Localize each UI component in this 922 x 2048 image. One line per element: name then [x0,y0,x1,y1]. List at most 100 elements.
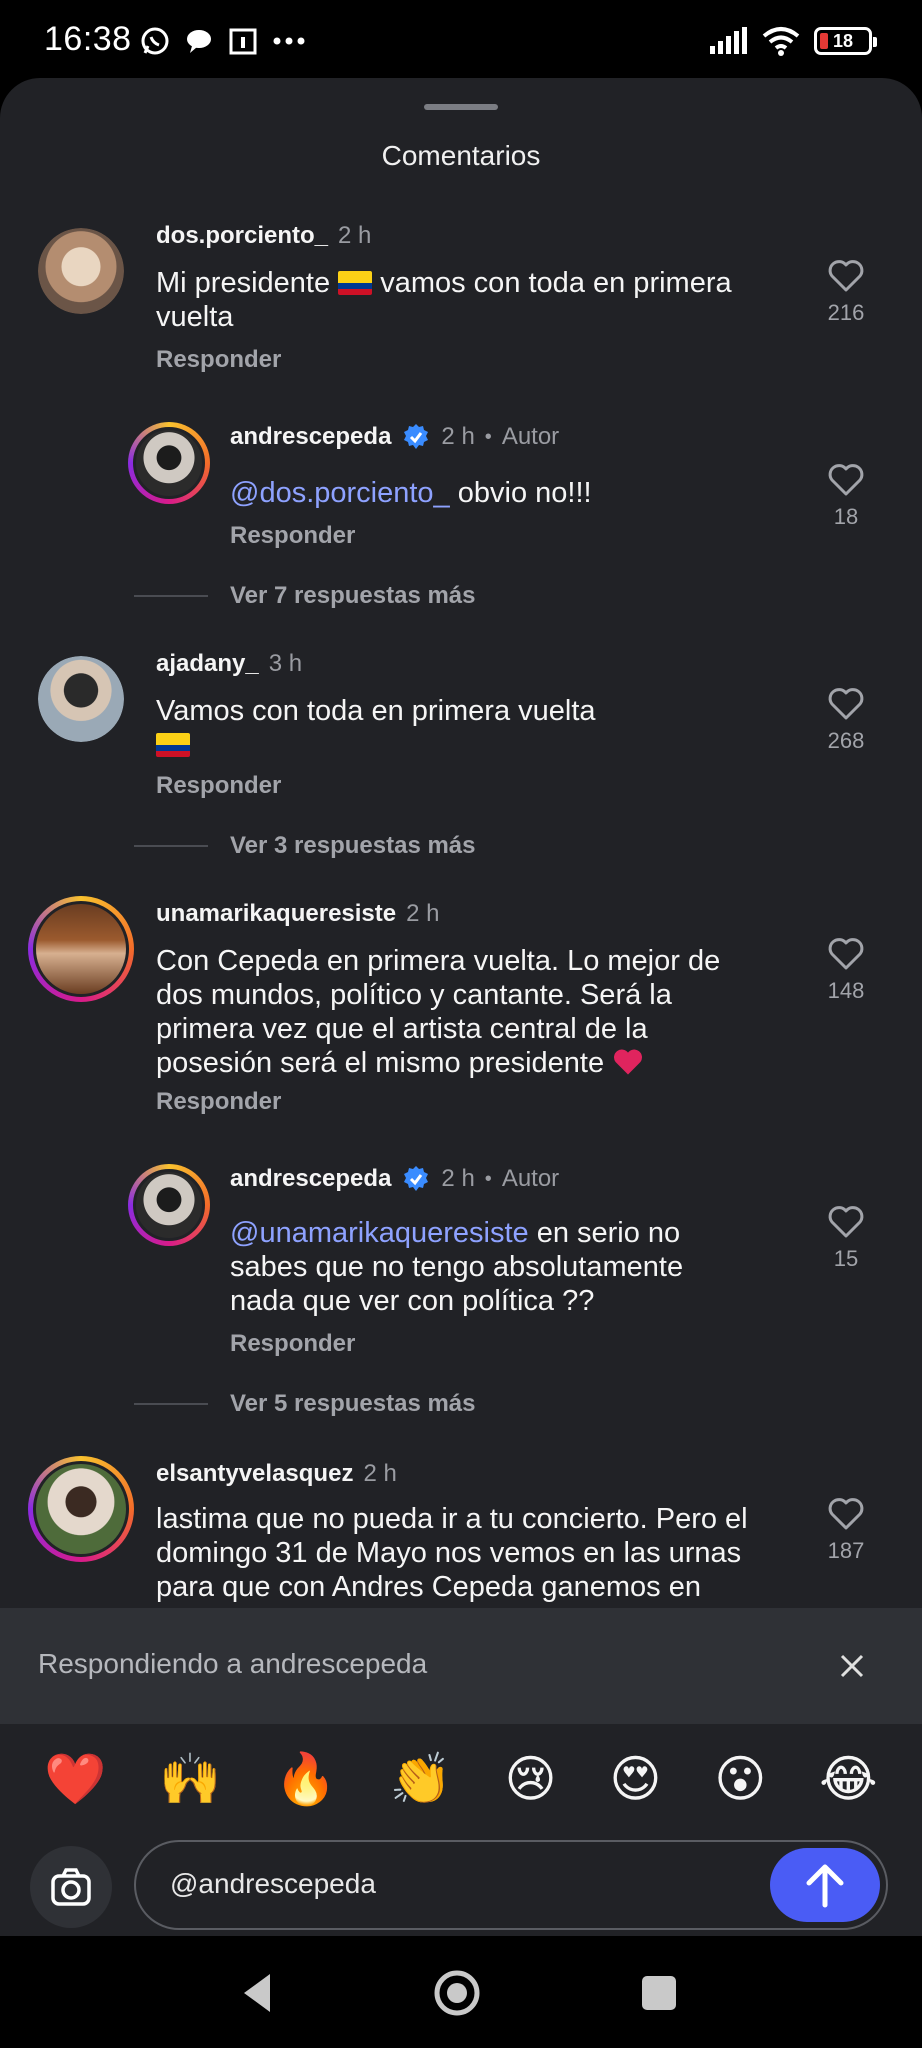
comment-username[interactable]: dos.porciento_ [156,222,328,250]
comment-input[interactable]: @andrescepeda [134,1840,888,1930]
colombia-flag-icon [338,271,373,295]
like-button[interactable]: 187 [806,1494,886,1564]
reply-button[interactable]: Responder [156,1088,281,1116]
view-more-replies-button[interactable]: Ver 5 respuestas más [134,1390,476,1418]
recents-icon[interactable] [642,1976,676,2010]
emoji-raised-hands-button[interactable]: 🙌 [159,1754,221,1804]
comment-input-value[interactable]: @andrescepeda [170,1868,376,1900]
reply-button[interactable]: Responder [156,346,281,374]
avatar[interactable] [38,228,124,314]
view-more-replies-button[interactable]: Ver 3 respuestas más [134,832,476,860]
comment-text: Con Cepeda en primera vuelta. Lo mejor d… [156,944,776,1080]
status-system-icons: 18 [708,26,877,56]
replying-to-bar: Respondiendo a andrescepeda [0,1608,922,1724]
view-more-replies-label[interactable]: Ver 7 respuestas más [230,582,476,610]
heart-icon[interactable] [826,934,866,974]
avatar[interactable] [128,1164,210,1246]
comment-meta: andrescepeda 2 h • Autor [230,1164,559,1194]
status-notification-icons [140,26,306,56]
view-more-replies-label[interactable]: Ver 5 respuestas más [230,1390,476,1418]
avatar[interactable] [28,1456,134,1562]
comment-text-line: dos mundos, político y cantante. Será la [156,979,672,1011]
like-count: 268 [827,728,865,753]
like-button[interactable]: 18 [806,460,886,530]
comment-username[interactable]: elsantyvelasquez [156,1460,353,1488]
comment-time: 2 h [338,222,372,249]
heart-icon[interactable] [826,1494,866,1534]
emoji-crying-button[interactable]: 😢 [505,1754,557,1804]
comment-text-line: domingo 31 de Mayo nos vemos en las urna… [156,1537,742,1569]
like-count: 148 [827,978,865,1003]
like-count: 18 [833,504,859,529]
emoji-laughing-button[interactable]: 😂 [819,1754,877,1804]
like-button[interactable]: 216 [806,256,886,326]
thread-line [134,1403,208,1405]
avatar[interactable] [28,896,134,1002]
emoji-clap-button[interactable]: 👏 [389,1754,451,1804]
heart-icon[interactable] [826,684,866,724]
comment-text-part: vamos con toda en primera [372,267,732,299]
comment-time: 2 h [406,900,440,927]
like-button[interactable]: 148 [806,934,886,1004]
author-label: Autor [501,1165,560,1192]
thread-line [134,595,208,597]
replying-to-label: Respondiendo a andrescepeda [38,1648,428,1679]
comment-time: 3 h [268,650,303,677]
sheet-drag-handle[interactable] [424,104,498,110]
emoji-heart-button[interactable]: ❤️ [44,1754,106,1804]
quick-emoji-bar: ❤️ 🙌 🔥 👏 😢 😍 😮 😂 [0,1724,922,1834]
emoji-surprised-button[interactable]: 😮 [714,1754,766,1804]
comment-time: 2 h [441,423,475,450]
author-label: Autor [501,423,560,450]
like-count: 216 [827,300,865,325]
reply-button[interactable]: Responder [156,772,281,800]
system-nav-bar [0,1936,922,2048]
comment-meta: ajadany_ 3 h [156,650,302,678]
emoji-fire-button[interactable]: 🔥 [274,1754,336,1804]
heart-icon[interactable] [826,1202,866,1242]
heart-icon[interactable] [826,256,866,296]
heart-icon[interactable] [826,460,866,500]
comment-text: lastima que no pueda ir a tu concierto. … [156,1502,796,1604]
comment-text-line: posesión será el mismo presidente [156,1047,605,1079]
avatar[interactable] [128,422,210,504]
comment-text-part: Mi presidente [156,267,331,299]
emoji-heart-eyes-button[interactable]: 😍 [609,1754,661,1804]
reply-button[interactable]: Responder [230,522,355,550]
mention-link[interactable]: @unamarikaqueresiste [230,1217,529,1249]
like-button[interactable]: 15 [806,1202,886,1272]
battery-level-text: 18 [832,30,854,51]
back-icon[interactable] [240,1972,274,2014]
comment-username[interactable]: unamarikaqueresiste [156,900,396,928]
arrow-up-icon[interactable] [803,1861,847,1909]
comment-text-line: primera vez que el artista central de la [156,1013,648,1045]
like-button[interactable]: 268 [806,684,886,754]
separator-dot: • [484,425,492,448]
calendar-icon [229,28,257,55]
comment-text-line: sabes que no tengo absolutamente [230,1251,684,1283]
close-icon[interactable] [832,1646,872,1686]
like-count: 187 [827,1538,865,1563]
wifi-icon [762,27,800,56]
view-more-replies-button[interactable]: Ver 7 respuestas más [134,582,476,610]
comment-username[interactable]: andrescepeda [230,423,391,451]
comment-username[interactable]: ajadany_ [156,650,259,678]
home-icon[interactable] [432,1968,482,2018]
comment-meta: elsantyvelasquez 2 h [156,1460,397,1488]
comment-meta: dos.porciento_ 2 h [156,222,371,250]
mention-link[interactable]: @dos.porciento_ [230,477,450,509]
comment-username[interactable]: andrescepeda [230,1165,391,1193]
chat-bubble-icon [187,30,211,53]
comments-sheet[interactable]: Comentarios dos.porciento_ 2 h Mi presid… [0,78,922,1608]
whatsapp-icon [141,27,169,55]
send-button[interactable] [770,1848,880,1922]
comment-text-part: en serio no [528,1217,681,1249]
comment-text-part: vuelta [156,301,234,333]
camera-icon[interactable] [48,1864,94,1910]
reply-button[interactable]: Responder [230,1330,355,1358]
comment-text: Vamos con toda en primera vuelta [156,694,716,762]
camera-button[interactable] [30,1846,112,1928]
avatar[interactable] [38,656,124,742]
view-more-replies-label[interactable]: Ver 3 respuestas más [230,832,476,860]
comment-text-line: para que con Andres Cepeda ganemos en [156,1571,701,1603]
